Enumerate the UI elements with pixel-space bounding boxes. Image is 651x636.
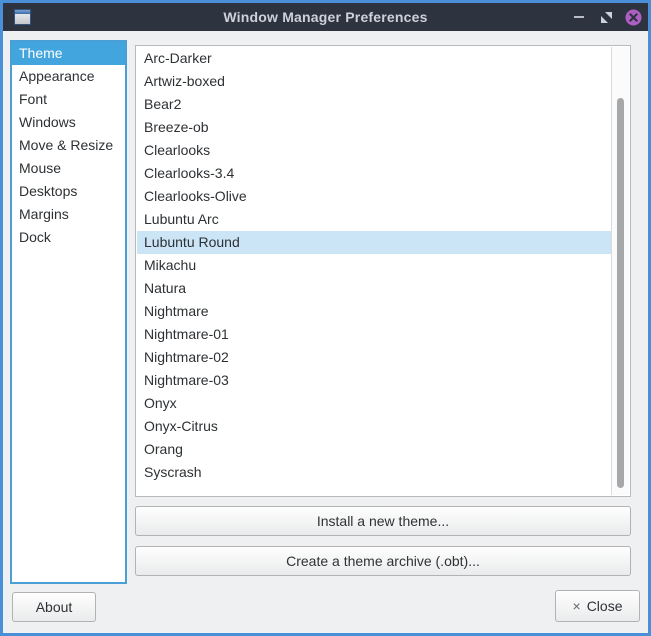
theme-list-rows: Arc-DarkerArtwiz-boxedBear2Breeze-obClea… (137, 47, 611, 495)
titlebar: Window Manager Preferences (3, 3, 648, 31)
minimize-icon (574, 16, 584, 18)
theme-list: Arc-DarkerArtwiz-boxedBear2Breeze-obClea… (135, 45, 631, 497)
unmaximize-icon (601, 12, 612, 23)
about-button[interactable]: About (12, 592, 96, 622)
sidebar-item-move-resize[interactable]: Move & Resize (12, 134, 125, 157)
category-sidebar: ThemeAppearanceFontWindowsMove & ResizeM… (10, 40, 127, 584)
theme-item-nightmare-02[interactable]: Nightmare-02 (137, 346, 611, 369)
sidebar-item-windows[interactable]: Windows (12, 111, 125, 134)
theme-item-nightmare-03[interactable]: Nightmare-03 (137, 369, 611, 392)
theme-item-lubuntu-round[interactable]: Lubuntu Round (137, 231, 611, 254)
close-icon: × (573, 598, 581, 614)
titlebar-controls (570, 3, 642, 31)
theme-item-mikachu[interactable]: Mikachu (137, 254, 611, 277)
unmaximize-button[interactable] (597, 8, 615, 26)
sidebar-item-mouse[interactable]: Mouse (12, 157, 125, 180)
theme-item-breeze-ob[interactable]: Breeze-ob (137, 116, 611, 139)
window-title: Window Manager Preferences (3, 3, 648, 31)
theme-item-arc-darker[interactable]: Arc-Darker (137, 47, 611, 70)
minimize-button[interactable] (570, 8, 588, 26)
theme-item-nightmare-01[interactable]: Nightmare-01 (137, 323, 611, 346)
theme-scrollbar[interactable] (611, 47, 629, 495)
sidebar-item-font[interactable]: Font (12, 88, 125, 111)
close-window-button[interactable] (624, 8, 642, 26)
sidebar-item-theme[interactable]: Theme (12, 42, 125, 65)
theme-item-clearlooks-olive[interactable]: Clearlooks-Olive (137, 185, 611, 208)
theme-item-clearlooks-3-4[interactable]: Clearlooks-3.4 (137, 162, 611, 185)
theme-item-orang[interactable]: Orang (137, 438, 611, 461)
close-button-label: Close (587, 598, 623, 614)
theme-item-onyx-citrus[interactable]: Onyx-Citrus (137, 415, 611, 438)
sidebar-item-margins[interactable]: Margins (12, 203, 125, 226)
theme-item-artwiz-boxed[interactable]: Artwiz-boxed (137, 70, 611, 93)
theme-item-natura[interactable]: Natura (137, 277, 611, 300)
theme-item-clearlooks[interactable]: Clearlooks (137, 139, 611, 162)
install-theme-button[interactable]: Install a new theme... (135, 506, 631, 536)
sidebar-item-dock[interactable]: Dock (12, 226, 125, 249)
theme-item-syscrash[interactable]: Syscrash (137, 461, 611, 484)
sidebar-item-appearance[interactable]: Appearance (12, 65, 125, 88)
create-archive-button[interactable]: Create a theme archive (.obt)... (135, 546, 631, 576)
theme-item-bear2[interactable]: Bear2 (137, 93, 611, 116)
window: Window Manager Preferences ThemeAppearan… (0, 0, 651, 636)
sidebar-item-desktops[interactable]: Desktops (12, 180, 125, 203)
theme-item-lubuntu-arc[interactable]: Lubuntu Arc (137, 208, 611, 231)
close-button[interactable]: × Close (555, 590, 640, 622)
close-window-icon (625, 9, 642, 26)
theme-item-onyx[interactable]: Onyx (137, 392, 611, 415)
theme-item-nightmare[interactable]: Nightmare (137, 300, 611, 323)
scrollbar-thumb[interactable] (617, 98, 624, 488)
